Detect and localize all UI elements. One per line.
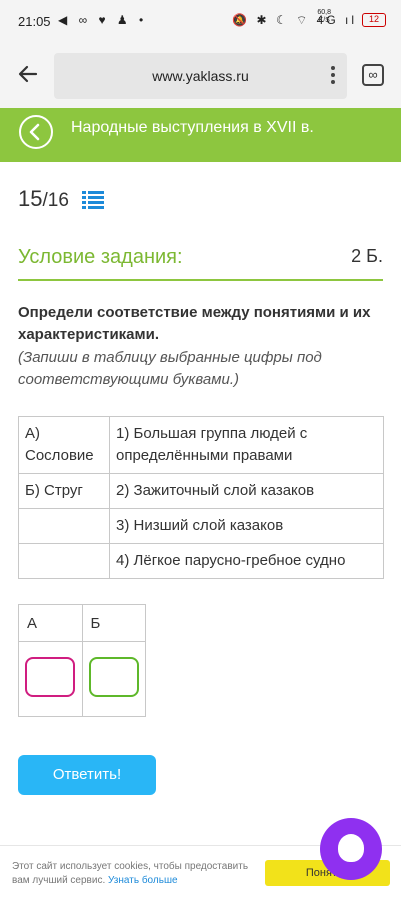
table-cell-term: А) Сословие xyxy=(18,416,110,474)
question-current: 15 xyxy=(18,186,43,211)
divider xyxy=(18,279,383,281)
task-title: Условие задания: xyxy=(18,246,183,268)
tabs-button[interactable]: ∞ xyxy=(362,64,384,86)
answer-table: А Б xyxy=(18,604,146,717)
task-instruction: Определи соответствие между понятиями и … xyxy=(18,304,371,343)
battery-icon: 12 xyxy=(362,13,386,27)
answer-header-b: Б xyxy=(81,604,146,642)
topic-back-button[interactable] xyxy=(19,115,53,149)
topic-title: Народные выступления в XVII в. xyxy=(71,119,314,136)
browser-toolbar: www.yaklass.ru ∞ xyxy=(0,44,401,108)
topic-header: Народные выступления в XVII в. xyxy=(0,108,401,162)
table-cell-term xyxy=(18,543,110,579)
table-cell-term: Б) Струг xyxy=(18,473,110,509)
question-list-icon[interactable] xyxy=(82,190,104,210)
task-points: 2 Б. xyxy=(351,246,383,266)
url-text: www.yaklass.ru xyxy=(152,68,249,84)
table-cell-term xyxy=(18,508,110,544)
system-icons: 🔕 ✱ ☾ ⌔ 4G ıl xyxy=(232,13,357,27)
answer-input-row xyxy=(18,641,146,717)
assistant-icon xyxy=(338,834,364,862)
answer-header-a: А xyxy=(18,604,83,642)
status-bar: 21:05 ◀ ∞ ♥ ♟ • 60,8 K/S 🔕 ✱ ☾ ⌔ 4G ıl 1… xyxy=(0,0,401,44)
chevron-left-icon xyxy=(29,123,40,141)
table-row: 3) Низший слой казаков xyxy=(18,508,384,544)
notification-icons: ◀ ∞ ♥ ♟ • xyxy=(58,13,148,27)
task-hint: (Запиши в таблицу выбранные цифры под со… xyxy=(18,349,322,388)
back-arrow-icon[interactable] xyxy=(16,62,40,86)
table-row: Б) Струг 2) Зажиточный слой казаков xyxy=(18,473,384,509)
matching-table: А) Сословие 1) Большая группа людей с оп… xyxy=(18,416,384,579)
table-cell-definition: 4) Лёгкое парусно-гребное судно xyxy=(109,543,384,579)
voice-assistant-button[interactable] xyxy=(320,818,382,880)
table-cell-definition: 1) Большая группа людей с определёнными … xyxy=(109,416,384,474)
table-cell-definition: 3) Низший слой казаков xyxy=(109,508,384,544)
answer-header-row: А Б xyxy=(18,604,146,642)
answer-cell-a xyxy=(18,641,83,717)
question-total: /16 xyxy=(42,190,69,211)
more-vert-icon[interactable] xyxy=(331,65,335,85)
table-row: 4) Лёгкое парусно-гребное судно xyxy=(18,543,384,579)
cookie-text-block: Этот сайт использует cookies, чтобы пред… xyxy=(12,860,262,888)
question-counter: 15/16 xyxy=(18,186,69,212)
answer-input-b[interactable] xyxy=(88,657,139,697)
answer-cell-b xyxy=(81,641,146,717)
address-bar[interactable]: www.yaklass.ru xyxy=(54,53,347,99)
table-cell-definition: 2) Зажиточный слой казаков xyxy=(109,473,384,509)
status-time: 21:05 xyxy=(18,14,51,29)
cookie-learn-more-link[interactable]: Узнать больше xyxy=(108,875,178,886)
submit-button[interactable]: Ответить! xyxy=(18,755,156,795)
table-row: А) Сословие 1) Большая группа людей с оп… xyxy=(18,416,384,474)
answer-input-a[interactable] xyxy=(25,657,76,697)
